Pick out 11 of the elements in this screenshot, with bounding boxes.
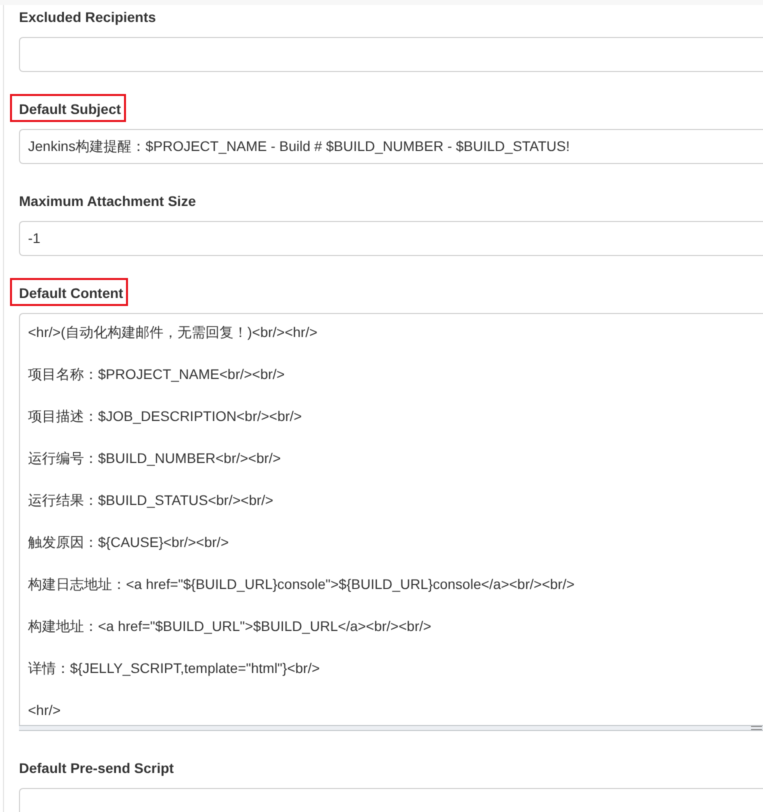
text-input[interactable]: -1	[19, 221, 763, 256]
field-label: Default Content	[19, 284, 124, 303]
text-input[interactable]	[19, 37, 763, 72]
text-input[interactable]: Jenkins构建提醒：$PROJECT_NAME - Build # $BUILD_NUMBER - $BUILD_STATUS!	[19, 129, 763, 164]
field-label: Default Pre-send Script	[19, 759, 174, 778]
field-label: Maximum Attachment Size	[19, 192, 196, 211]
field-label: Excluded Recipients	[19, 8, 156, 27]
grip-icon[interactable]	[751, 726, 762, 730]
resize-bar[interactable]	[19, 725, 763, 731]
textarea-field[interactable]: <hr/>(自动化构建邮件，无需回复！)<br/><hr/> 项目名称：$PROJECT_NAME<br/><br/> 项目描述：$JOB_DESCRIPTION<br/><br/> 运行编号：$BUILD_NUMBER<br/><br/> 运行结果：$BUILD_STATUS<br/><br/> 触发原因：${CAUSE}<br/><br/> 构建日志地址：<a href="${BUILD_URL}console">${BUILD_URL}console</a><br/><br/> 构建地址：<a href="$BUILD_URL">$BUILD_URL</a><br/><br/> 详情：${JELLY_SCRIPT,template="html"}<br/> <hr/>	[19, 313, 763, 725]
field-label: Default Subject	[19, 100, 121, 119]
